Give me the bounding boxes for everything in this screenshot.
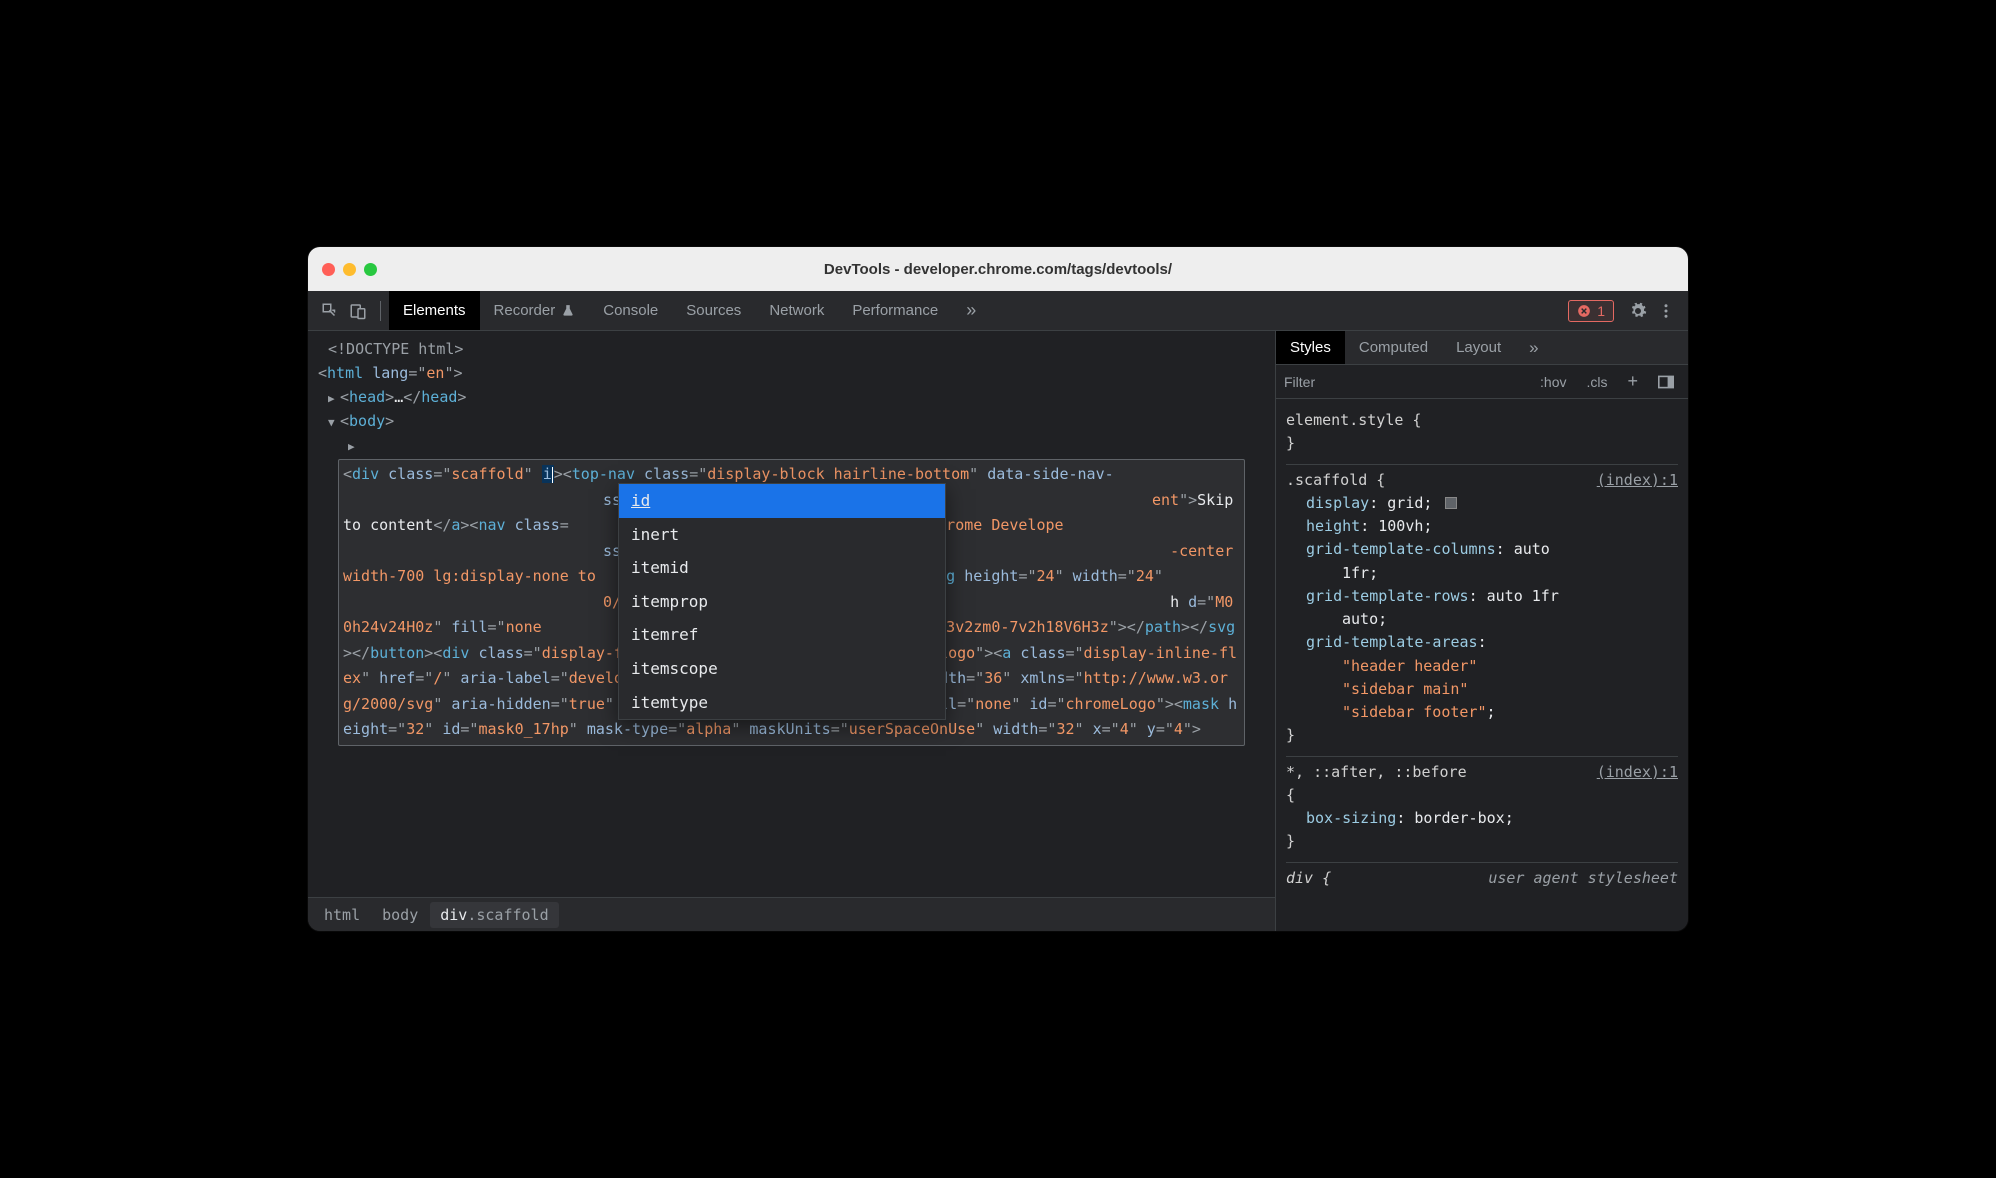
styles-tabs-overflow[interactable]: »: [1515, 331, 1552, 364]
head-node[interactable]: ▶<head>…</head>: [318, 385, 1265, 409]
autocomplete-item[interactable]: inert: [619, 518, 945, 552]
breadcrumb-item[interactable]: html: [314, 902, 370, 928]
tab-sources-label: Sources: [686, 302, 741, 319]
tab-elements[interactable]: Elements: [389, 291, 480, 330]
maximize-window-button[interactable]: [364, 263, 377, 276]
main-toolbar: Elements Recorder Console Sources Networ…: [308, 291, 1688, 331]
elements-panel: <!DOCTYPE html> <html lang="en"> ▶<head>…: [308, 331, 1276, 931]
rule-close: }: [1286, 434, 1295, 452]
flask-icon: [561, 304, 575, 318]
cls-toggle[interactable]: .cls: [1580, 372, 1613, 392]
hov-toggle[interactable]: :hov: [1534, 372, 1572, 392]
tab-recorder[interactable]: Recorder: [480, 291, 590, 330]
autocomplete-item[interactable]: itemprop: [619, 585, 945, 619]
attribute-autocomplete-popup: id inert itemid itemprop itemref itemsco…: [618, 483, 946, 720]
rule-close: }: [1286, 726, 1295, 744]
close-window-button[interactable]: [322, 263, 335, 276]
autocomplete-item[interactable]: id: [619, 484, 945, 518]
styles-tab-layout[interactable]: Layout: [1442, 331, 1515, 364]
settings-icon[interactable]: [1624, 297, 1652, 325]
error-count: 1: [1597, 303, 1605, 319]
kebab-menu-icon[interactable]: [1652, 297, 1680, 325]
selector-text: .scaffold {: [1286, 471, 1385, 489]
inspect-element-icon[interactable]: [316, 297, 344, 325]
dom-tree[interactable]: <!DOCTYPE html> <html lang="en"> ▶<head>…: [308, 331, 1275, 897]
styles-tabs: Styles Computed Layout »: [1276, 331, 1688, 365]
tab-recorder-label: Recorder: [494, 302, 556, 319]
minimize-window-button[interactable]: [343, 263, 356, 276]
rule-origin-link[interactable]: (index):1: [1597, 469, 1678, 492]
window-title: DevTools - developer.chrome.com/tags/dev…: [308, 261, 1688, 278]
error-badge[interactable]: 1: [1568, 300, 1614, 322]
tab-performance[interactable]: Performance: [838, 291, 952, 330]
styles-tab-computed[interactable]: Computed: [1345, 331, 1442, 364]
styles-panel: Styles Computed Layout » Filter :hov .cl…: [1276, 331, 1688, 931]
dom-breadcrumb: html body div.scaffold: [308, 897, 1275, 931]
body-node[interactable]: ▼<body>: [318, 409, 1265, 433]
tab-sources[interactable]: Sources: [672, 291, 755, 330]
error-icon: [1577, 304, 1591, 318]
device-toolbar-icon[interactable]: [344, 297, 372, 325]
grid-swatch-icon[interactable]: [1445, 497, 1457, 509]
breadcrumb-item[interactable]: body: [372, 902, 428, 928]
styles-filter-input[interactable]: Filter: [1284, 374, 1526, 390]
selector-text: element.style {: [1286, 411, 1421, 429]
scaffold-rule[interactable]: (index):1 .scaffold { display: grid; hei…: [1286, 465, 1678, 757]
tabs-overflow[interactable]: »: [952, 291, 990, 330]
window-controls: [322, 263, 377, 276]
selector-text: div {: [1286, 869, 1331, 887]
tab-elements-label: Elements: [403, 302, 466, 319]
tab-console-label: Console: [603, 302, 658, 319]
tab-console[interactable]: Console: [589, 291, 672, 330]
toggle-sidebar-icon[interactable]: [1652, 373, 1680, 391]
autocomplete-item[interactable]: itemref: [619, 618, 945, 652]
autocomplete-item[interactable]: itemscope: [619, 652, 945, 686]
new-style-rule-icon[interactable]: +: [1621, 369, 1644, 394]
element-style-rule[interactable]: element.style { }: [1286, 405, 1678, 465]
tab-network[interactable]: Network: [755, 291, 838, 330]
html-node[interactable]: <html lang="en">: [318, 361, 1265, 385]
styles-filter-bar: Filter :hov .cls +: [1276, 365, 1688, 399]
expand-placeholder[interactable]: ▶: [318, 433, 1265, 457]
toolbar-divider: [380, 301, 381, 321]
ua-div-rule[interactable]: user agent stylesheet div {: [1286, 863, 1678, 898]
rule-close: }: [1286, 832, 1295, 850]
styles-tab-styles[interactable]: Styles: [1276, 331, 1345, 364]
tab-performance-label: Performance: [852, 302, 938, 319]
breadcrumb-item-active[interactable]: div.scaffold: [430, 902, 558, 928]
devtools-window: DevTools - developer.chrome.com/tags/dev…: [308, 247, 1688, 931]
ua-stylesheet-label: user agent stylesheet: [1488, 867, 1678, 890]
autocomplete-item[interactable]: itemtype: [619, 686, 945, 720]
rule-origin-link[interactable]: (index):1: [1597, 761, 1678, 784]
main-area: <!DOCTYPE html> <html lang="en"> ▶<head>…: [308, 331, 1688, 931]
styles-rules[interactable]: element.style { } (index):1 .scaffold { …: [1276, 399, 1688, 931]
titlebar: DevTools - developer.chrome.com/tags/dev…: [308, 247, 1688, 291]
autocomplete-item[interactable]: itemid: [619, 551, 945, 585]
universal-rule[interactable]: (index):1 *, ::after, ::before{ box-sizi…: [1286, 757, 1678, 863]
doctype-node[interactable]: <!DOCTYPE html>: [318, 337, 1265, 361]
tab-network-label: Network: [769, 302, 824, 319]
